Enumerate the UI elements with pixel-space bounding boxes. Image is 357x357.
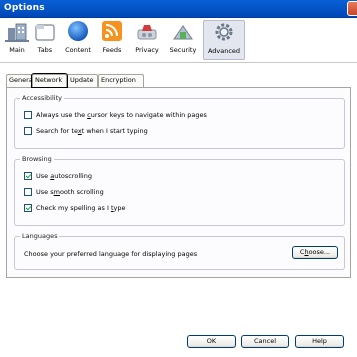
pane-label: Content [65,46,91,54]
caret-browsing-checkbox[interactable] [24,111,32,119]
pane-security[interactable]: Security [166,20,200,60]
group-title: Accessibility [20,94,64,102]
cancel-button[interactable]: Cancel [241,335,289,348]
spellcheck-checkbox[interactable] [24,204,32,212]
option-label: Use autoscrolling [36,172,92,180]
tab-page-general: Accessibility Always use the cursor keys… [6,87,351,278]
option-label: Search for text when I start typing [36,127,148,135]
pane-feeds[interactable]: Feeds [98,20,126,60]
help-button[interactable]: Help [295,335,344,348]
pane-label: Feeds [102,46,122,54]
security-icon [173,25,193,40]
pane-label: Tabs [37,46,53,54]
title-bar: Options [0,0,357,18]
option-label: Check my spelling as I type [36,204,126,212]
smooth-scroll-checkbox[interactable] [24,188,32,196]
pane-label: Main [9,46,25,54]
pane-toolbar: Main Tabs Content Feeds Privacy Security… [0,18,357,63]
tab-encryption[interactable]: Encryption [98,74,144,87]
window-title: Options [4,3,45,13]
tab-network[interactable]: Network [31,73,68,88]
smooth-scroll-option[interactable]: Use smooth scrolling [24,188,104,198]
autoscroll-checkbox[interactable] [24,172,32,180]
typeahead-find-option[interactable]: Search for text when I start typing [24,127,148,137]
pane-main[interactable]: Main [4,20,30,60]
pane-tabs[interactable]: Tabs [32,20,58,60]
options-window: Options Main Tabs Content Feeds Privacy … [0,0,357,357]
pane-label: Advanced [207,47,241,55]
pane-privacy[interactable]: Privacy [131,20,163,60]
browsing-group: Browsing Use autoscrolling Use smooth sc… [14,155,345,226]
typeahead-find-checkbox[interactable] [24,127,32,135]
autoscroll-option[interactable]: Use autoscrolling [24,172,92,182]
spellcheck-option[interactable]: Check my spelling as I type [24,204,126,214]
tabs-icon [35,24,55,41]
tab-update[interactable]: Update [67,74,98,87]
feeds-icon [102,21,122,41]
languages-group: Languages Choose your preferred language… [14,232,345,270]
ok-button[interactable]: OK [187,335,236,348]
privacy-icon [137,25,157,40]
group-title: Languages [20,232,60,240]
close-button[interactable] [347,1,357,16]
main-icon [5,23,29,42]
pane-label: Privacy [135,46,159,54]
accessibility-group: Accessibility Always use the cursor keys… [14,94,345,149]
content-icon [68,21,88,41]
pane-content[interactable]: Content [62,20,94,60]
advanced-icon [215,23,233,41]
languages-description: Choose your preferred language for displ… [24,250,198,258]
caret-browsing-option[interactable]: Always use the cursor keys to navigate w… [24,111,207,121]
choose-language-button[interactable]: Choose... [292,246,338,259]
option-label: Always use the cursor keys to navigate w… [36,111,207,119]
pane-advanced[interactable]: Advanced [203,20,245,60]
tab-general[interactable]: General [6,74,32,87]
pane-label: Security [169,46,197,54]
option-label: Use smooth scrolling [36,188,104,196]
group-title: Browsing [20,155,54,163]
